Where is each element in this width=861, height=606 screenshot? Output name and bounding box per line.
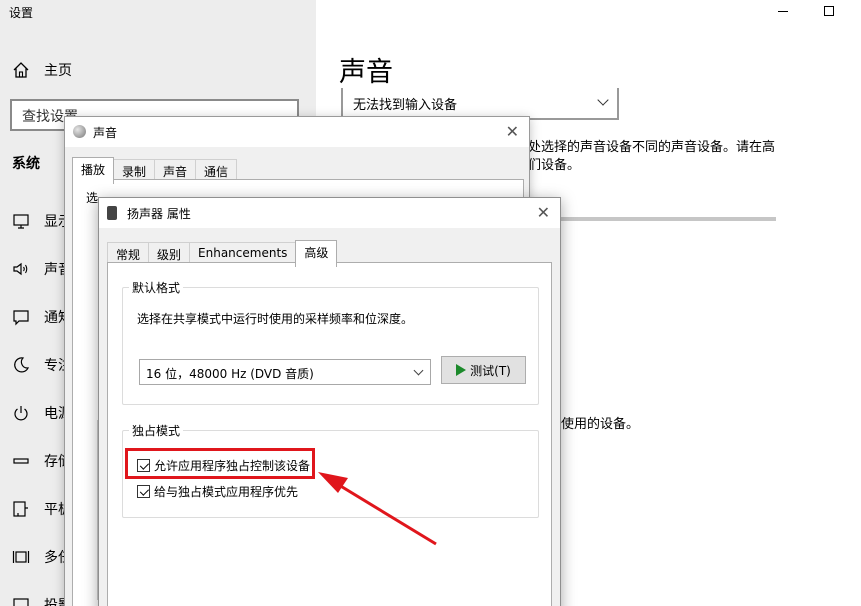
tab-playback[interactable]: 播放 <box>72 157 115 184</box>
tab-advanced[interactable]: 高级 <box>295 240 338 267</box>
annotation-arrow <box>318 472 437 546</box>
